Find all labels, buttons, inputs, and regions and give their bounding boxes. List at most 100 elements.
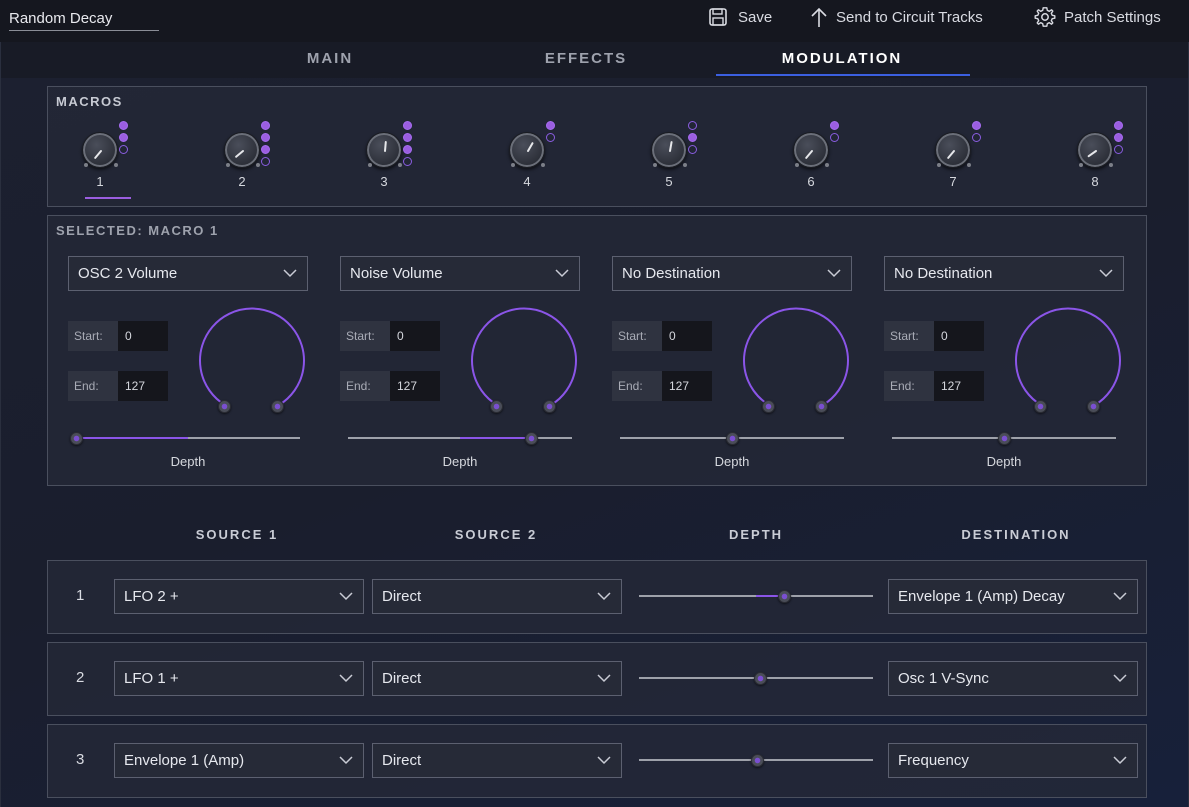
header-destination: DESTINATION (961, 527, 1071, 542)
macro-label: 7 (949, 174, 957, 189)
patch-settings-button[interactable]: Patch Settings (1034, 6, 1161, 28)
source1-dropdown[interactable]: Envelope 1 (Amp) (114, 743, 364, 778)
range-end-handle[interactable] (1087, 400, 1100, 413)
depth-slider-handle[interactable] (778, 590, 792, 603)
knob-min-dot (1079, 163, 1083, 167)
macro-1[interactable]: 1 (72, 116, 132, 199)
destination-dropdown[interactable]: Frequency (888, 743, 1138, 778)
macro-4[interactable]: 4 (499, 116, 559, 196)
start-input[interactable]: 0 (934, 321, 984, 351)
patch-name-input[interactable]: Random Decay (9, 8, 159, 31)
slot-destination-dropdown[interactable]: No Destination (884, 256, 1124, 291)
source2-value: Direct (382, 670, 422, 687)
depth-slider-handle[interactable] (998, 432, 1011, 445)
header-source-2: SOURCE 2 (454, 527, 538, 542)
macro-assign-dot (830, 133, 839, 142)
macro-8[interactable]: 8 (1067, 116, 1127, 196)
depth-slider-handle[interactable] (726, 432, 739, 445)
knob-max-dot (114, 163, 118, 167)
tab-bar: MAIN EFFECTS MODULATION (0, 42, 1189, 78)
tab-modulation[interactable]: MODULATION (716, 50, 968, 67)
source2-dropdown[interactable]: Direct (372, 743, 622, 778)
macro-assign-dots (688, 121, 698, 157)
depth-label: Depth (986, 454, 1022, 469)
tab-effects[interactable]: EFFECTS (460, 50, 712, 67)
start-label: Start: (68, 321, 118, 351)
range-start-handle[interactable] (218, 400, 231, 413)
knob-indicator (526, 141, 534, 153)
macro-assign-dot (546, 121, 555, 130)
macros-title: MACROS (56, 94, 123, 109)
macro-5[interactable]: 5 (641, 116, 701, 196)
macro-assign-dot (119, 121, 128, 130)
range-start-handle[interactable] (490, 400, 503, 413)
slot-destination-dropdown[interactable]: No Destination (612, 256, 852, 291)
range-end-handle[interactable] (543, 400, 556, 413)
destination-dropdown[interactable]: Envelope 1 (Amp) Decay (888, 579, 1138, 614)
depth-slider-fill (460, 437, 531, 439)
start-input[interactable]: 0 (390, 321, 440, 351)
macro-7[interactable]: 7 (925, 116, 985, 196)
slot-destination-dropdown[interactable]: Noise Volume (340, 256, 580, 291)
macro-assign-dot (261, 157, 270, 166)
source1-dropdown[interactable]: LFO 1 + (114, 661, 364, 696)
matrix-row: 2 LFO 1 + Direct Osc 1 V-Sync (47, 642, 1147, 716)
knob-indicator (946, 149, 956, 160)
knob-max-dot (825, 163, 829, 167)
destination-value: Osc 1 V-Sync (898, 670, 989, 687)
settings-label: Patch Settings (1064, 8, 1161, 26)
end-input[interactable]: 127 (118, 371, 168, 401)
knob-indicator (383, 140, 387, 153)
macro-label: 2 (238, 174, 246, 189)
end-input[interactable]: 127 (390, 371, 440, 401)
top-bar: Random Decay Save Send to Circuit Tracks… (0, 0, 1189, 42)
macro-assign-dot (688, 133, 697, 142)
end-input[interactable]: 127 (934, 371, 984, 401)
macro-assign-dot (972, 121, 981, 130)
start-input[interactable]: 0 (662, 321, 712, 351)
macro-6[interactable]: 6 (783, 116, 843, 196)
source2-dropdown[interactable]: Direct (372, 661, 622, 696)
depth-slider-handle[interactable] (751, 754, 765, 767)
start-label: Start: (612, 321, 662, 351)
save-button[interactable]: Save (708, 6, 772, 28)
slot-destination-dropdown[interactable]: OSC 2 Volume (68, 256, 308, 291)
end-label: End: (612, 371, 662, 401)
selected-macro-title: SELECTED: MACRO 1 (56, 223, 219, 238)
macro-2[interactable]: 2 (214, 116, 274, 196)
tab-main[interactable]: MAIN (204, 50, 456, 67)
source2-dropdown[interactable]: Direct (372, 579, 622, 614)
knob-indicator (668, 140, 673, 153)
header-depth: DEPTH (728, 527, 784, 542)
range-start-handle[interactable] (762, 400, 775, 413)
send-label: Send to Circuit Tracks (836, 8, 983, 26)
chevron-down-icon (339, 592, 353, 601)
end-input[interactable]: 127 (662, 371, 712, 401)
knob-max-dot (683, 163, 687, 167)
knob-min-dot (937, 163, 941, 167)
send-to-circuit-tracks-button[interactable]: Send to Circuit Tracks (810, 6, 983, 28)
slot-destination-value: No Destination (894, 265, 993, 282)
depth-slider-handle[interactable] (70, 432, 83, 445)
knob-min-dot (653, 163, 657, 167)
end-label: End: (340, 371, 390, 401)
source1-value: LFO 1 + (124, 670, 179, 687)
start-label: Start: (340, 321, 390, 351)
chevron-down-icon (339, 674, 353, 683)
depth-slider-handle[interactable] (524, 432, 538, 445)
depth-slider-handle[interactable] (753, 672, 767, 685)
source1-dropdown[interactable]: LFO 2 + (114, 579, 364, 614)
range-end-handle[interactable] (271, 400, 284, 413)
macro-assign-dot (688, 121, 697, 130)
macro-3[interactable]: 3 (356, 116, 416, 196)
row-number: 2 (76, 669, 85, 686)
range-end-handle[interactable] (815, 400, 828, 413)
destination-dropdown[interactable]: Osc 1 V-Sync (888, 661, 1138, 696)
macro-assign-dots (972, 121, 982, 145)
macro-assign-dots (261, 121, 271, 169)
start-input[interactable]: 0 (118, 321, 168, 351)
range-start-handle[interactable] (1034, 400, 1047, 413)
header-source-1: SOURCE 1 (195, 527, 279, 542)
knob-max-dot (1109, 163, 1113, 167)
row-number: 3 (76, 751, 85, 768)
